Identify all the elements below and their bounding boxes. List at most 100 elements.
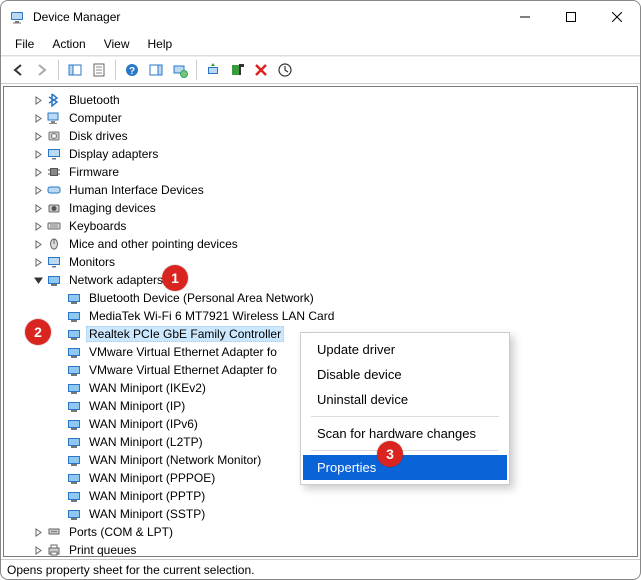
tree-node-label: WAN Miniport (PPTP) xyxy=(86,488,208,504)
toolbar: ? xyxy=(1,56,640,84)
uninstall-device-button[interactable] xyxy=(250,59,272,81)
menu-file[interactable]: File xyxy=(7,35,42,53)
ctx-uninstall-device[interactable]: Uninstall device xyxy=(303,387,507,412)
tree-container: BluetoothComputerDisk drivesDisplay adap… xyxy=(3,86,638,557)
chevron-right-icon[interactable] xyxy=(30,236,46,252)
tree-node-label: Keyboards xyxy=(66,218,129,234)
titlebar: Device Manager xyxy=(1,1,640,33)
help-button[interactable]: ? xyxy=(121,59,143,81)
pc-icon xyxy=(46,110,62,126)
chevron-right-icon[interactable] xyxy=(30,164,46,180)
net-icon xyxy=(66,362,82,378)
tree-node-label: Mice and other pointing devices xyxy=(66,236,241,252)
cam-icon xyxy=(46,200,62,216)
display-icon xyxy=(46,254,62,270)
tree-node-label: Bluetooth Device (Personal Area Network) xyxy=(86,290,317,306)
properties-button[interactable] xyxy=(88,59,110,81)
chevron-right-icon[interactable] xyxy=(30,524,46,540)
tree-node[interactable]: Disk drives xyxy=(6,127,637,145)
tree-node[interactable]: Network adapters xyxy=(6,271,637,289)
chevron-down-icon[interactable] xyxy=(30,272,46,288)
ctx-disable-device[interactable]: Disable device xyxy=(303,362,507,387)
menu-action[interactable]: Action xyxy=(44,35,93,53)
tree-node[interactable]: Bluetooth xyxy=(6,91,637,109)
menu-view[interactable]: View xyxy=(96,35,138,53)
expander-placeholder xyxy=(50,326,66,342)
tree-node[interactable]: Mice and other pointing devices xyxy=(6,235,637,253)
tree-node-label: Computer xyxy=(66,110,125,126)
window-title: Device Manager xyxy=(33,10,120,24)
chevron-right-icon[interactable] xyxy=(30,542,46,556)
action-pane-button[interactable] xyxy=(145,59,167,81)
tree-node-label: WAN Miniport (IKEv2) xyxy=(86,380,209,396)
ctx-separator xyxy=(311,450,499,451)
tree-node[interactable]: WAN Miniport (PPTP) xyxy=(6,487,637,505)
tree-node[interactable]: WAN Miniport (SSTP) xyxy=(6,505,637,523)
tree-node-label: WAN Miniport (IP) xyxy=(86,398,188,414)
ctx-update-driver[interactable]: Update driver xyxy=(303,337,507,362)
net-icon xyxy=(66,398,82,414)
tree-node-label: Display adapters xyxy=(66,146,161,162)
display-icon xyxy=(46,146,62,162)
tree-node[interactable]: Imaging devices xyxy=(6,199,637,217)
expander-placeholder xyxy=(50,488,66,504)
net-icon xyxy=(46,272,62,288)
tree-node[interactable]: Computer xyxy=(6,109,637,127)
tree-node[interactable]: Ports (COM & LPT) xyxy=(6,523,637,541)
expander-placeholder xyxy=(50,398,66,414)
expander-placeholder xyxy=(50,434,66,450)
tree-node[interactable]: Keyboards xyxy=(6,217,637,235)
chevron-right-icon[interactable] xyxy=(30,218,46,234)
chevron-right-icon[interactable] xyxy=(30,200,46,216)
chevron-right-icon[interactable] xyxy=(30,110,46,126)
tree-node-label: VMware Virtual Ethernet Adapter fo xyxy=(86,362,280,378)
annotation-2: 2 xyxy=(25,319,51,345)
expander-placeholder xyxy=(50,290,66,306)
hid-icon xyxy=(46,182,62,198)
chevron-right-icon[interactable] xyxy=(30,92,46,108)
bt-icon xyxy=(46,92,62,108)
port-icon xyxy=(46,524,62,540)
app-icon xyxy=(9,9,25,25)
chevron-right-icon[interactable] xyxy=(30,128,46,144)
menu-help[interactable]: Help xyxy=(140,35,181,53)
expander-placeholder xyxy=(50,362,66,378)
disk-icon xyxy=(46,128,62,144)
device-tree[interactable]: BluetoothComputerDisk drivesDisplay adap… xyxy=(4,87,637,556)
tree-node[interactable]: Print queues xyxy=(6,541,637,556)
back-button[interactable] xyxy=(7,59,29,81)
net-icon xyxy=(66,452,82,468)
tree-node[interactable]: Human Interface Devices xyxy=(6,181,637,199)
minimize-button[interactable] xyxy=(502,1,548,33)
show-hide-console-tree-button[interactable] xyxy=(64,59,86,81)
net-icon xyxy=(66,344,82,360)
tree-node[interactable]: Firmware xyxy=(6,163,637,181)
expander-placeholder xyxy=(50,308,66,324)
mouse-icon xyxy=(46,236,62,252)
expander-placeholder xyxy=(50,344,66,360)
scan-hardware-button[interactable] xyxy=(169,59,191,81)
chevron-right-icon[interactable] xyxy=(30,146,46,162)
tree-node-label: WAN Miniport (IPv6) xyxy=(86,416,201,432)
menubar: File Action View Help xyxy=(1,33,640,56)
net-icon xyxy=(66,470,82,486)
close-button[interactable] xyxy=(594,1,640,33)
tree-node[interactable]: Display adapters xyxy=(6,145,637,163)
ctx-properties[interactable]: Properties xyxy=(303,455,507,480)
tree-node[interactable]: Monitors xyxy=(6,253,637,271)
update-driver-button[interactable] xyxy=(202,59,224,81)
tree-node-label: WAN Miniport (Network Monitor) xyxy=(86,452,264,468)
tree-node-label: Firmware xyxy=(66,164,122,180)
net-icon xyxy=(66,308,82,324)
maximize-button[interactable] xyxy=(548,1,594,33)
chevron-right-icon[interactable] xyxy=(30,254,46,270)
forward-button[interactable] xyxy=(31,59,53,81)
disable-device-button[interactable] xyxy=(226,59,248,81)
ctx-scan-hardware[interactable]: Scan for hardware changes xyxy=(303,421,507,446)
chevron-right-icon[interactable] xyxy=(30,182,46,198)
chip-icon xyxy=(46,164,62,180)
net-icon xyxy=(66,434,82,450)
tree-node[interactable]: Bluetooth Device (Personal Area Network) xyxy=(6,289,637,307)
add-legacy-hardware-button[interactable] xyxy=(274,59,296,81)
tree-node[interactable]: MediaTek Wi-Fi 6 MT7921 Wireless LAN Car… xyxy=(6,307,637,325)
